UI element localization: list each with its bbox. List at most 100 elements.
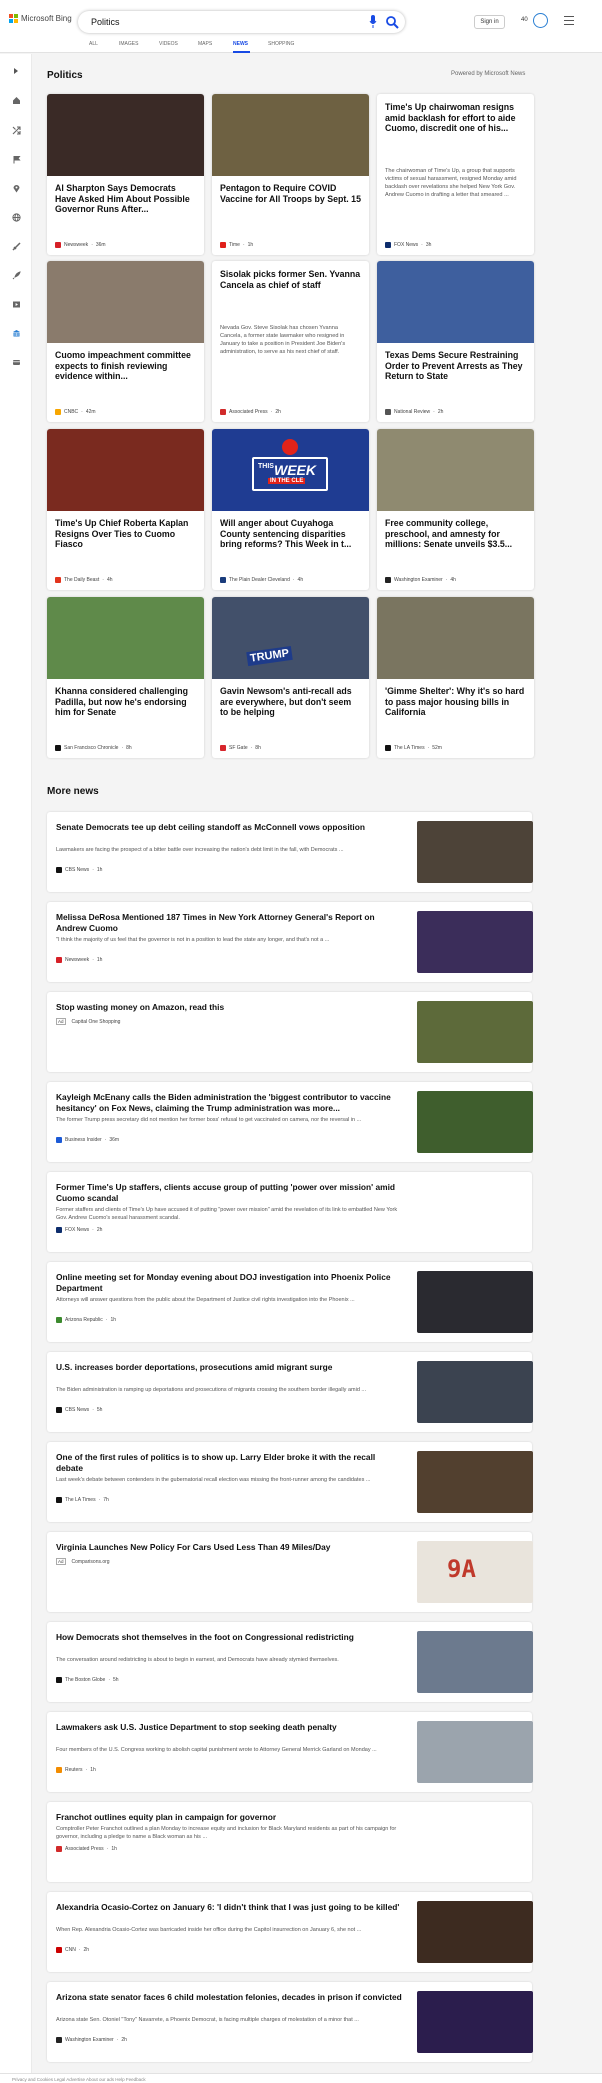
search-icon[interactable] [385,15,399,29]
brand-name[interactable]: Microsoft Bing [21,14,72,23]
news-card-source[interactable]: National Review · 2h [385,409,443,415]
news-card-image[interactable] [377,429,534,511]
news-item-title[interactable]: One of the first rules of politics is to… [56,1452,404,1474]
science-icon[interactable] [11,241,21,251]
news-list-item[interactable]: Online meeting set for Monday evening ab… [47,1262,533,1342]
tab-all[interactable]: ALL [89,41,98,47]
news-card[interactable]: The chairwoman of Time's Up, a group tha… [377,94,534,255]
news-card-title[interactable]: 'Gimme Shelter': Why it's so hard to pas… [385,686,526,718]
building-icon[interactable] [11,328,21,338]
news-item-image[interactable] [417,1901,533,1963]
news-item-image[interactable] [417,1631,533,1693]
news-card-source[interactable]: CNBC · 42m [55,409,96,415]
news-item-title[interactable]: Senate Democrats tee up debt ceiling sta… [56,822,404,833]
news-card-source[interactable]: Washington Examiner · 4h [385,577,456,583]
news-item-source[interactable]: Associated Press · 1h [56,1846,117,1852]
globe-icon[interactable] [11,212,21,222]
news-list-item[interactable]: Lawmakers ask U.S. Justice Department to… [47,1712,533,1792]
news-item-source[interactable]: Business Insider · 36m [56,1137,119,1143]
news-card-source[interactable]: Newsweek · 36m [55,242,106,248]
news-item-source[interactable]: Ad Comparisons.org [56,1558,110,1565]
news-card-image[interactable] [377,597,534,679]
news-item-image[interactable] [417,1721,533,1783]
news-card-title[interactable]: Texas Dems Secure Restraining Order to P… [385,350,526,382]
news-card-title[interactable]: Cuomo impeachment committee expects to f… [55,350,196,382]
news-item-image[interactable] [417,1001,533,1063]
news-item-source[interactable]: FOX News · 2h [56,1227,102,1233]
tab-videos[interactable]: VIDEOS [159,41,178,47]
news-card-source[interactable]: San Francisco Chronicle · 8h [55,745,132,751]
rocket-icon[interactable] [11,270,21,280]
news-card-source[interactable]: Time · 1h [220,242,253,248]
news-item-source[interactable]: Reuters · 1h [56,1767,96,1773]
news-card[interactable]: Al Sharpton Says Democrats Have Asked Hi… [47,94,204,255]
news-card[interactable]: THIS WEEK IN THE CLE Will anger about Cuy… [212,429,369,590]
sign-in-button[interactable]: Sign in [474,15,505,29]
news-card[interactable]: TRUMP Gavin Newsom's anti-recall ads are … [212,597,369,758]
news-card-source[interactable]: SF Gate · 8h [220,745,261,751]
news-item-title[interactable]: Kayleigh McEnany calls the Biden adminis… [56,1092,404,1114]
news-list-item[interactable]: Virginia Launches New Policy For Cars Us… [47,1532,533,1612]
news-list-item[interactable]: Melissa DeRosa Mentioned 187 Times in Ne… [47,902,533,982]
news-card-image[interactable]: THIS WEEK IN THE CLE [212,429,369,511]
news-item-source[interactable]: Ad Capital One Shopping [56,1018,120,1025]
crossover-icon[interactable] [11,125,21,135]
tab-news[interactable]: NEWS [233,41,248,47]
news-card-source[interactable]: FOX News · 3h [385,242,431,248]
news-item-title[interactable]: Former Time's Up staffers, clients accus… [56,1182,404,1204]
news-card[interactable]: Pentagon to Require COVID Vaccine for Al… [212,94,369,255]
news-item-source[interactable]: CBS News · 5h [56,1407,102,1413]
news-card[interactable]: Texas Dems Secure Restraining Order to P… [377,261,534,422]
news-card-title[interactable]: Time's Up chairwoman resigns amid backla… [385,102,526,134]
hamburger-menu-icon[interactable] [564,16,574,25]
news-card[interactable]: Time's Up Chief Roberta Kaplan Resigns O… [47,429,204,590]
tab-shopping[interactable]: SHOPPING [268,41,294,47]
news-list-item[interactable]: Alexandria Ocasio-Cortez on January 6: '… [47,1892,533,1972]
news-list-item[interactable]: Arizona state senator faces 6 child mole… [47,1982,533,2062]
expand-icon[interactable] [11,66,21,76]
news-item-title[interactable]: How Democrats shot themselves in the foo… [56,1632,404,1643]
news-item-title[interactable]: Alexandria Ocasio-Cortez on January 6: '… [56,1902,404,1913]
news-card[interactable]: 'Gimme Shelter': Why it's so hard to pas… [377,597,534,758]
news-item-source[interactable]: Newsweek · 1h [56,957,102,963]
news-item-source[interactable]: CBS News · 1h [56,867,102,873]
news-card[interactable]: Cuomo impeachment committee expects to f… [47,261,204,422]
news-item-image[interactable] [417,1091,533,1153]
news-item-image[interactable] [417,1451,533,1513]
news-card-image[interactable] [377,261,534,343]
news-card-title[interactable]: Free community college, preschool, and a… [385,518,526,550]
search-box[interactable]: Politics [78,11,405,33]
news-item-image[interactable] [417,1271,533,1333]
news-card-image[interactable]: TRUMP [212,597,369,679]
location-icon[interactable] [11,183,21,193]
rewards-count[interactable]: 40 [521,17,528,23]
news-list-item[interactable]: Former Time's Up staffers, clients accus… [47,1172,532,1252]
news-card-title[interactable]: Will anger about Cuyahoga County sentenc… [220,518,361,550]
news-item-title[interactable]: Virginia Launches New Policy For Cars Us… [56,1542,404,1553]
news-card-title[interactable]: Khanna considered challenging Padilla, b… [55,686,196,718]
news-card-title[interactable]: Al Sharpton Says Democrats Have Asked Hi… [55,183,196,215]
news-card-source[interactable]: The Plain Dealer Cleveland · 4h [220,577,303,583]
news-card-image[interactable] [47,429,204,511]
news-item-title[interactable]: Melissa DeRosa Mentioned 187 Times in Ne… [56,912,404,934]
news-item-source[interactable]: The LA Times · 7h [56,1497,109,1503]
news-item-image[interactable] [417,911,533,973]
flag-icon[interactable] [11,154,21,164]
news-card-source[interactable]: The Daily Beast · 4h [55,577,113,583]
news-item-image[interactable]: 9A [417,1541,533,1603]
news-card-image[interactable] [47,261,204,343]
news-card-image[interactable] [47,94,204,176]
news-card-title[interactable]: Sisolak picks former Sen. Yvanna Cancela… [220,269,361,290]
tab-maps[interactable]: MAPS [198,41,212,47]
money-icon[interactable] [11,357,21,367]
news-card[interactable]: Nevada Gov. Steve Sisolak has chosen Yva… [212,261,369,422]
news-list-item[interactable]: Kayleigh McEnany calls the Biden adminis… [47,1082,533,1162]
microsoft-logo[interactable] [9,14,18,23]
mic-icon[interactable] [369,15,377,29]
news-card-title[interactable]: Gavin Newsom's anti-recall ads are every… [220,686,361,718]
news-list-item[interactable]: Stop wasting money on Amazon, read this A… [47,992,533,1072]
news-item-title[interactable]: Arizona state senator faces 6 child mole… [56,1992,404,2003]
news-list-item[interactable]: U.S. increases border deportations, pros… [47,1352,533,1432]
news-list-item[interactable]: One of the first rules of politics is to… [47,1442,533,1522]
search-input[interactable]: Politics [91,17,120,27]
